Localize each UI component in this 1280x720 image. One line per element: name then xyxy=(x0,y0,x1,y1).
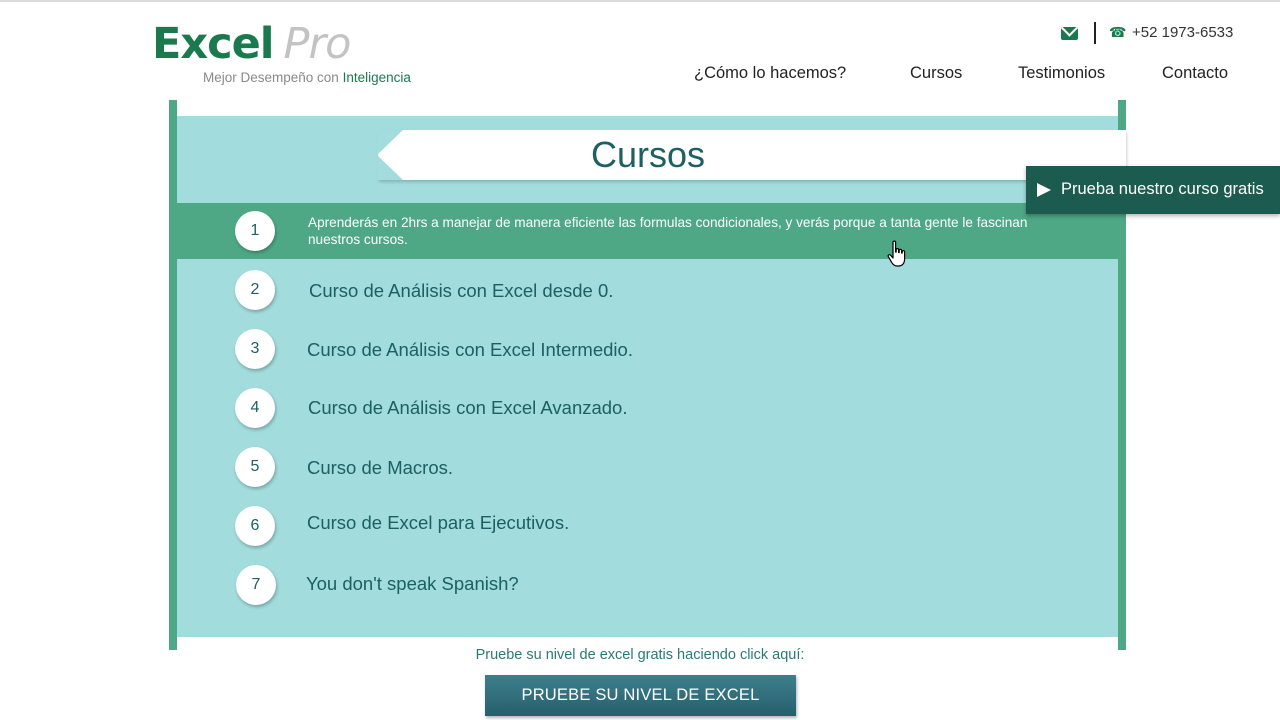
course-item-5[interactable]: Curso de Macros. xyxy=(307,457,453,479)
contact-divider xyxy=(1094,22,1096,44)
panel-left-border xyxy=(169,100,177,650)
course-number-4[interactable]: 4 xyxy=(235,388,275,428)
logo-tagline: Mejor Desempeño con Inteligencia xyxy=(203,70,411,85)
play-icon xyxy=(1037,183,1051,197)
logo-excel-text: Excel xyxy=(152,19,275,69)
course-number-7[interactable]: 7 xyxy=(236,565,276,605)
course-description-1[interactable]: Aprenderás en 2hrs a manejar de manera e… xyxy=(308,214,1048,248)
nav-como-lo-hacemos[interactable]: ¿Cómo lo hacemos? xyxy=(694,64,846,83)
nav-testimonios[interactable]: Testimonios xyxy=(1018,64,1105,83)
course-number-1[interactable]: 1 xyxy=(235,211,275,251)
mail-icon[interactable] xyxy=(1061,27,1078,40)
course-number-6[interactable]: 6 xyxy=(235,506,275,546)
level-test-button[interactable]: PRUEBE SU NIVEL DE EXCEL xyxy=(485,675,796,716)
courses-panel xyxy=(177,116,1118,637)
phone-icon: ☎ xyxy=(1109,25,1127,41)
course-number-5[interactable]: 5 xyxy=(235,447,275,487)
free-course-cta-button[interactable]: Prueba nuestro curso gratis xyxy=(1026,166,1280,214)
nav-contacto[interactable]: Contacto xyxy=(1162,64,1228,83)
course-item-3[interactable]: Curso de Análisis con Excel Intermedio. xyxy=(307,339,633,361)
logo-pro-text: Pro xyxy=(283,19,352,69)
free-course-cta-label: Prueba nuestro curso gratis xyxy=(1061,180,1264,198)
course-number-3[interactable]: 3 xyxy=(235,329,275,369)
course-item-4[interactable]: Curso de Análisis con Excel Avanzado. xyxy=(308,397,628,419)
course-item-7[interactable]: You don't speak Spanish? xyxy=(306,573,519,595)
level-test-hint: Pruebe su nivel de excel gratis haciendo… xyxy=(475,647,805,663)
courses-title: Cursos xyxy=(590,134,706,175)
course-item-2[interactable]: Curso de Análisis con Excel desde 0. xyxy=(309,280,613,302)
logo-wordmark: Excel Pro xyxy=(152,18,352,70)
hand-cursor-icon xyxy=(887,240,906,267)
course-number-2[interactable]: 2 xyxy=(235,270,275,310)
course-item-6[interactable]: Curso de Excel para Ejecutivos. xyxy=(307,512,569,534)
tagline-highlight: Inteligencia xyxy=(342,70,411,85)
top-border-line xyxy=(0,0,1280,2)
tagline-prefix: Mejor Desempeño con xyxy=(203,70,343,85)
nav-cursos[interactable]: Cursos xyxy=(910,64,962,83)
site-logo[interactable]: Excel Pro Mejor Desempeño con Inteligenci… xyxy=(152,18,442,92)
phone-number[interactable]: +52 1973-6533 xyxy=(1132,24,1233,41)
